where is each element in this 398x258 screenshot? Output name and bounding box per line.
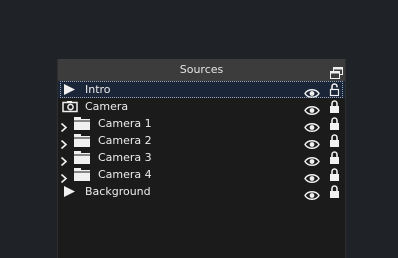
undock-icon [330,67,343,79]
source-label: Camera 1 [98,117,152,130]
lock-toggle[interactable] [329,116,340,131]
source-item-background[interactable]: Background [58,183,345,200]
lock-icon [330,168,339,181]
source-type-icon [62,184,76,203]
sources-dock-header: Sources [58,59,345,81]
visibility-toggle[interactable] [304,186,320,200]
source-label: Camera [85,100,129,113]
lock-icon [330,185,339,198]
lock-toggle[interactable] [329,82,340,97]
source-item-camera-2[interactable]: Camera 2 [58,132,345,150]
lock-toggle[interactable] [329,184,340,199]
lock-toggle[interactable] [329,150,340,165]
source-label: Background [85,185,151,198]
visibility-toggle[interactable] [304,135,320,149]
sources-dock: Sources Intro Camera Camera 1 Camera 2 Camer… [57,59,346,258]
expand-group-button[interactable] [60,152,68,167]
lock-icon [330,100,339,113]
folder-icon [74,151,90,164]
source-item-camera-4[interactable]: Camera 4 [58,166,345,184]
visibility-toggle[interactable] [304,152,320,166]
folder-icon [74,134,90,147]
camera-icon [62,101,78,113]
play-icon [64,84,75,95]
expand-group-button[interactable] [60,169,68,184]
lock-icon [330,151,339,164]
lock-toggle[interactable] [329,99,340,114]
visibility-toggle[interactable] [304,169,320,183]
lock-icon [330,134,339,147]
source-item-camera-1[interactable]: Camera 1 [58,115,345,133]
visibility-toggle[interactable] [304,118,320,132]
undock-button[interactable] [330,64,343,79]
visibility-toggle[interactable] [304,84,320,98]
lock-icon [330,117,339,130]
expand-group-button[interactable] [60,118,68,133]
folder-icon [74,168,90,181]
sources-dock-title: Sources [179,63,224,76]
source-label: Camera 2 [98,134,152,147]
source-label: Camera 3 [98,151,152,164]
lock-toggle[interactable] [329,133,340,148]
expand-group-button[interactable] [60,135,68,150]
source-item-camera[interactable]: Camera [58,98,345,115]
source-item-camera-3[interactable]: Camera 3 [58,149,345,167]
lock-toggle[interactable] [329,167,340,182]
folder-icon [74,117,90,130]
unlock-icon [329,83,340,97]
eye-icon [304,191,320,200]
source-item-intro[interactable]: Intro [58,81,345,98]
visibility-toggle[interactable] [304,101,320,115]
source-label: Intro [85,83,111,96]
source-label: Camera 4 [98,168,152,181]
play-icon [64,186,75,197]
